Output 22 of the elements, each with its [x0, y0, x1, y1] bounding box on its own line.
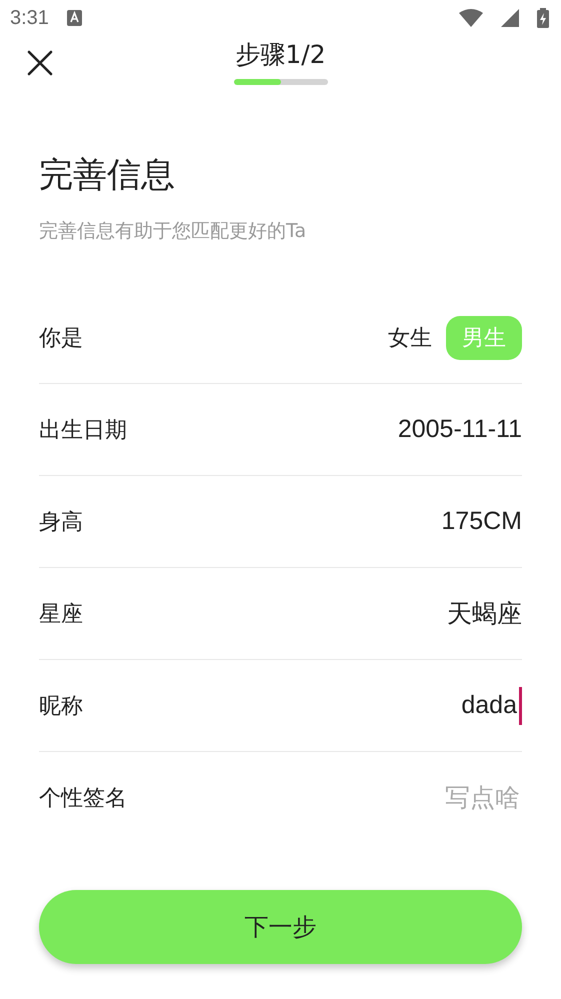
signal-icon — [501, 9, 519, 27]
field-label: 星座 — [39, 600, 83, 628]
field-value: 天蝎座 — [447, 599, 522, 630]
status-time: 3:31 — [10, 6, 49, 30]
wifi-icon — [459, 9, 483, 27]
field-label: 个性签名 — [39, 785, 127, 813]
battery-icon — [537, 8, 549, 28]
field-label: 昵称 — [39, 692, 83, 720]
input-field[interactable]: dada — [299, 690, 519, 721]
field-label: 你是 — [39, 324, 83, 352]
text-cursor — [519, 686, 522, 724]
step-indicator: 步骤1/2 — [235, 39, 326, 71]
page-subtitle: 完善信息有助于您匹配更好的Ta — [39, 219, 308, 244]
keyboard-notification-icon — [66, 10, 82, 26]
next-button[interactable]: 下一步 — [39, 890, 522, 964]
field-label: 出生日期 — [39, 416, 127, 444]
input-field[interactable]: 写点啥 — [302, 782, 522, 814]
field-label: 身高 — [39, 508, 83, 536]
field-value: 175CM — [441, 507, 522, 536]
field-value: 2005-11-11 — [398, 415, 522, 444]
page-title: 完善信息 — [39, 154, 176, 197]
gender-option[interactable]: 女生 — [372, 316, 448, 360]
